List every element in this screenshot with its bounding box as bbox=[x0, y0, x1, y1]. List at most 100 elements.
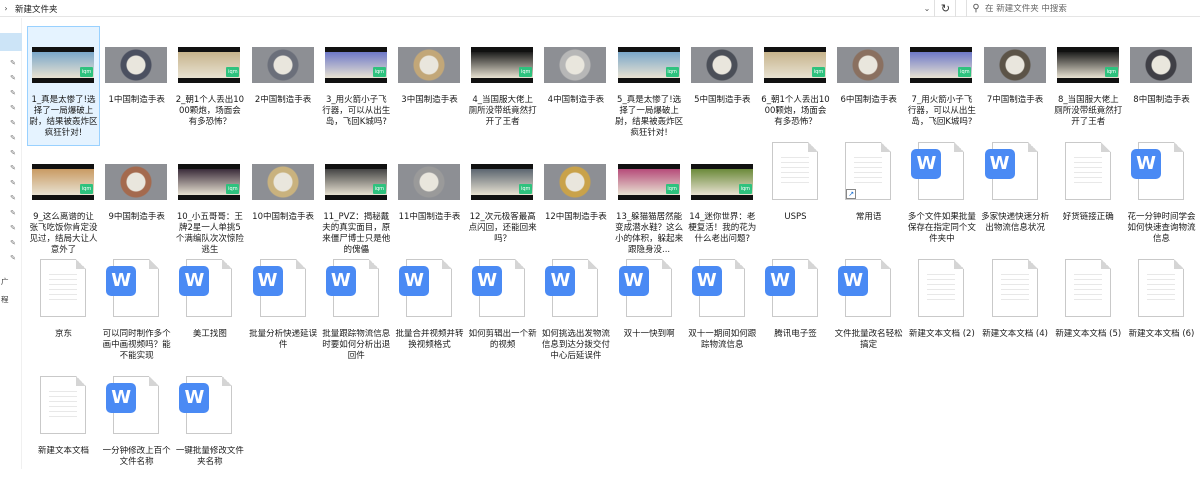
word-document-icon: W bbox=[618, 259, 680, 317]
file-name-label: 一键批量修改文件夹名称 bbox=[175, 446, 244, 467]
file-item[interactable]: iqm 1_真是太惨了!选择了一局爆破上尉，结果被轰炸区疯狂针对! bbox=[27, 26, 100, 146]
file-name-label: 双十一快到啊 bbox=[623, 329, 675, 339]
address-bar[interactable]: › 新建文件夹 ⌄ bbox=[0, 0, 935, 17]
search-box[interactable]: ⚲ bbox=[966, 0, 1200, 17]
file-item[interactable]: W 如何挑选出发物流信息到达分拨交付中心后延误件 bbox=[540, 259, 611, 379]
shortcut-arrow-icon: ↗ bbox=[846, 189, 857, 199]
file-name-label: 2中国制造手表 bbox=[254, 95, 312, 105]
file-name-label: 7中国制造手表 bbox=[986, 95, 1044, 105]
file-item[interactable]: iqm 6_朝1个人丢出1000颗炮，场面会有多恐怖？ bbox=[760, 27, 831, 145]
file-item[interactable]: W 批量跟踪物流信息时要如何分析出退回件 bbox=[321, 259, 392, 379]
file-item[interactable]: W 双十一快到啊 bbox=[614, 259, 685, 379]
file-name-label: 10_小五哥哥：王牌2星一人单挑5个满编队次次惊险逃生 bbox=[175, 212, 244, 255]
file-name-label: 常用语 bbox=[855, 212, 882, 222]
file-item[interactable]: 1中国制造手表 bbox=[101, 27, 172, 145]
file-name-label: 10中国制造手表 bbox=[252, 212, 314, 222]
file-name-label: 2_朝1个人丢出1000颗炮，场面会有多恐怖？ bbox=[175, 95, 245, 127]
file-item[interactable]: iqm 5_真是太惨了!选择了一局爆破上尉，结果被轰炸区疯狂针对! bbox=[614, 27, 685, 145]
file-item[interactable]: 12中国制造手表 bbox=[540, 144, 611, 262]
nav-selected-item[interactable] bbox=[0, 33, 22, 51]
file-item[interactable]: iqm 10_小五哥哥：王牌2星一人单挑5个满编队次次惊险逃生 bbox=[174, 144, 245, 262]
document-lines bbox=[1000, 274, 1029, 304]
chevron-down-icon[interactable]: ⌄ bbox=[920, 4, 934, 13]
video-thumbnail-icon: iqm bbox=[32, 27, 94, 83]
file-item[interactable]: W 批量分析快递延误件 bbox=[248, 259, 319, 379]
file-item[interactable]: iqm 7_用火箭小子飞行器，可以从出生岛，飞回K城吗? bbox=[906, 27, 977, 145]
text-document-icon bbox=[772, 142, 818, 200]
file-item[interactable]: W 花一分钟时间学会如何快速查询物流信息 bbox=[1126, 142, 1197, 262]
file-item[interactable]: W 多家快递快速分析出物流信息状况 bbox=[980, 142, 1051, 262]
file-item[interactable]: 新建文本文档 (4) bbox=[980, 259, 1051, 379]
search-input[interactable] bbox=[985, 3, 1185, 14]
nav-item-fragment[interactable]: 程 bbox=[1, 294, 9, 305]
file-item[interactable]: 2中国制造手表 bbox=[248, 27, 319, 145]
file-item[interactable]: ↗ 常用语 bbox=[833, 142, 904, 262]
text-document-icon bbox=[32, 376, 94, 434]
chevron-right-icon: › bbox=[4, 4, 8, 13]
file-name-label: 9_这么离谱的让张飞吃饭你肯定没见过，结局大让人意外了 bbox=[29, 212, 98, 255]
file-item[interactable]: 11中国制造手表 bbox=[394, 144, 465, 262]
file-name-label: 12_次元极客最高点闪回，还能回来吗？ bbox=[468, 212, 537, 244]
file-item[interactable]: 5中国制造手表 bbox=[687, 27, 758, 145]
image-thumbnail-icon bbox=[398, 144, 460, 200]
file-item[interactable]: iqm 14_迷你世界：老梗复活！我的花为什么老出问题? bbox=[687, 144, 758, 262]
refresh-icon[interactable]: ↻ bbox=[936, 0, 956, 17]
word-document-icon: W bbox=[910, 142, 972, 200]
file-item[interactable]: 9中国制造手表 bbox=[101, 144, 172, 262]
file-item[interactable]: iqm 9_这么离谱的让张飞吃饭你肯定没见过，结局大让人意外了 bbox=[28, 144, 99, 262]
image-thumbnail bbox=[105, 47, 168, 83]
file-item[interactable]: 3中国制造手表 bbox=[394, 27, 465, 145]
text-document-icon bbox=[1057, 259, 1119, 317]
file-item[interactable]: iqm 2_朝1个人丢出1000颗炮，场面会有多恐怖？ bbox=[174, 27, 245, 145]
image-thumbnail-icon bbox=[398, 27, 460, 83]
file-item[interactable]: W 批量合并视频并转换视频格式 bbox=[394, 259, 465, 379]
wps-logo-icon: W bbox=[325, 266, 356, 296]
file-item[interactable]: W 双十一期间如何跟踪物流信息 bbox=[687, 259, 758, 379]
file-item[interactable]: iqm 11_PVZ：揭秘戴夫的真实面目，原来僵尸博士只是他的傀儡 bbox=[321, 144, 392, 262]
video-thumbnail: iqm bbox=[471, 164, 534, 200]
pin-icon: ✎ bbox=[10, 209, 16, 217]
text-document-icon bbox=[918, 259, 965, 317]
file-item[interactable]: 新建文本文档 bbox=[28, 376, 99, 496]
app-badge-icon: iqm bbox=[738, 184, 752, 194]
file-item[interactable]: 10中国制造手表 bbox=[248, 144, 319, 262]
file-item[interactable]: 京东 bbox=[28, 259, 99, 379]
file-item[interactable]: W 腾讯电子签 bbox=[760, 259, 831, 379]
file-name-label: 新建文本文档 (2) bbox=[909, 329, 975, 339]
file-item[interactable]: 8中国制造手表 bbox=[1126, 27, 1197, 145]
video-thumbnail: iqm bbox=[1056, 47, 1119, 83]
file-item[interactable]: iqm 12_次元极客最高点闪回，还能回来吗？ bbox=[467, 144, 538, 262]
file-item[interactable]: 6中国制造手表 bbox=[833, 27, 904, 145]
file-item[interactable]: 好货链接正确 bbox=[1053, 142, 1124, 262]
file-item[interactable]: iqm 3_用火箭小子飞行器，可以从出生岛，飞回K城吗? bbox=[321, 27, 392, 145]
file-item[interactable]: W 多个文件如果批量保存在指定同个文件夹中 bbox=[906, 142, 977, 262]
wps-logo-icon: W bbox=[106, 383, 137, 413]
image-thumbnail bbox=[837, 47, 900, 83]
nav-item-fragment[interactable]: 广 bbox=[1, 276, 9, 287]
file-item[interactable]: W 可以同时制作多个画中画视频吗？能不能实现 bbox=[101, 259, 172, 379]
file-item[interactable]: W 一键批量修改文件夹名称 bbox=[174, 376, 245, 496]
word-document-icon: W bbox=[325, 259, 387, 317]
file-item[interactable]: 新建文本文档 (5) bbox=[1053, 259, 1124, 379]
file-item[interactable]: 4中国制造手表 bbox=[540, 27, 611, 145]
image-thumbnail-icon bbox=[251, 27, 314, 83]
file-item[interactable]: iqm 13_躲猫猫居然能变成潜水鞋？这么小的体积，躲起来跟隐身没... bbox=[614, 144, 685, 262]
file-item[interactable]: W 如何剪辑出一个新的视频 bbox=[467, 259, 538, 379]
wps-logo-icon: W bbox=[838, 266, 869, 296]
file-item[interactable]: 新建文本文档 (6) bbox=[1126, 259, 1197, 379]
file-item[interactable]: USPS bbox=[760, 142, 831, 262]
video-thumbnail: iqm bbox=[910, 47, 973, 83]
wps-logo-icon: W bbox=[984, 149, 1015, 179]
file-item[interactable]: iqm 4_当国服大佬上厕所没带纸竟然打开了王者 bbox=[467, 27, 538, 145]
file-item[interactable]: W 一分钟修改上百个文件名称 bbox=[101, 376, 172, 496]
file-item[interactable]: 7中国制造手表 bbox=[980, 27, 1051, 145]
file-item[interactable]: W 文件批量改名轻松搞定 bbox=[833, 259, 904, 379]
app-badge-icon: iqm bbox=[80, 184, 93, 194]
text-document-icon bbox=[1064, 259, 1111, 317]
address-path[interactable]: 新建文件夹 bbox=[12, 3, 920, 15]
file-item[interactable]: W 美工找图 bbox=[174, 259, 245, 379]
video-thumbnail-icon: iqm bbox=[471, 27, 534, 83]
app-badge-icon: iqm bbox=[665, 67, 679, 77]
file-item[interactable]: 新建文本文档 (2) bbox=[906, 259, 977, 379]
file-item[interactable]: iqm 8_当国服大佬上厕所没带纸竟然打开了王者 bbox=[1053, 27, 1124, 145]
